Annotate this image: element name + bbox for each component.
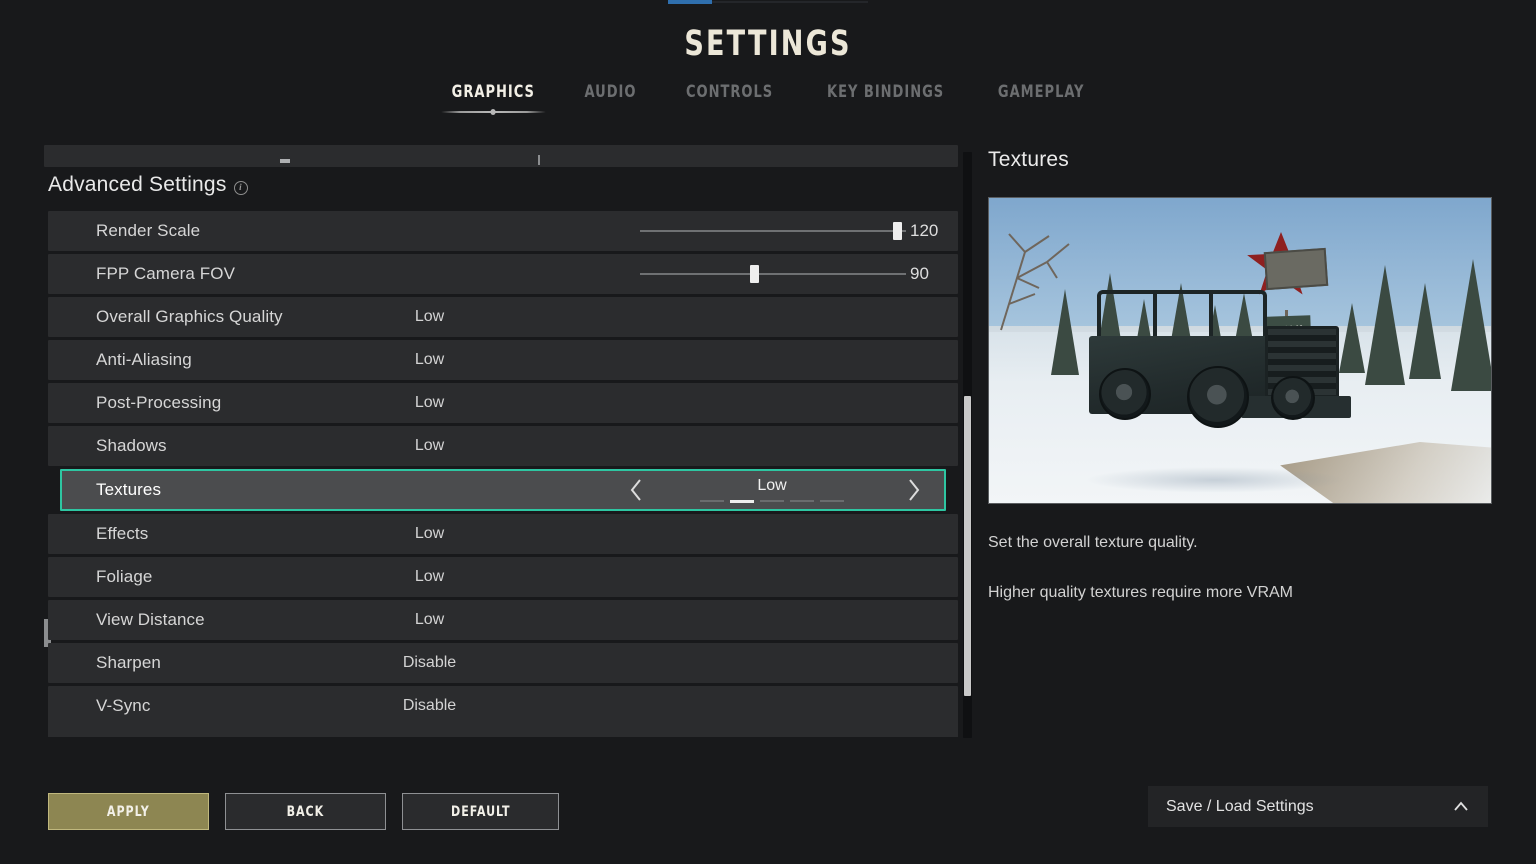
row-value: Low	[414, 611, 445, 628]
apply-button[interactable]: APPLY	[48, 793, 209, 830]
tab-gameplay-label: GAMEPLAY	[997, 82, 1085, 101]
description-line-1: Set the overall texture quality.	[988, 534, 1198, 551]
preview-vehicle-roof-cage	[1097, 290, 1267, 340]
tab-active-underline	[440, 109, 546, 115]
preview-vehicle-wheel	[1271, 376, 1315, 420]
textures-value: Low	[757, 477, 787, 495]
tab-graphics-label: GRAPHICS	[451, 82, 535, 101]
clipped-tick	[538, 155, 540, 165]
segment[interactable]	[700, 500, 724, 503]
row-label: Render Scale	[96, 221, 201, 240]
row-value: Low	[414, 308, 445, 325]
apply-button-label: APPLY	[107, 803, 150, 820]
tab-audio[interactable]: AUDIO	[566, 80, 653, 104]
row-view-distance[interactable]: View Distance Low	[48, 600, 958, 640]
page-title: SETTINGS	[684, 24, 852, 64]
row-value: Disable	[402, 654, 457, 671]
row-value: Low	[414, 394, 445, 411]
row-label: FPP Camera FOV	[96, 264, 236, 283]
settings-scrollbar[interactable]	[963, 152, 972, 738]
row-shadows[interactable]: Shadows Low	[48, 426, 958, 466]
row-value: Low	[414, 568, 445, 585]
preview-bare-tree	[995, 222, 1085, 332]
chevron-left-icon[interactable]	[624, 469, 648, 511]
tab-key-bindings[interactable]: KEY BINDINGS	[809, 80, 961, 104]
preview-image: WALK WITH THE GIANTS	[988, 197, 1492, 504]
default-button[interactable]: DEFAULT	[402, 793, 559, 830]
settings-rows: Render Scale 120 FPP Camera FOV 90 Overa…	[48, 211, 958, 729]
row-post-processing[interactable]: Post-Processing Low	[48, 383, 958, 423]
preview-description: Set the overall texture quality. Higher …	[988, 532, 1494, 605]
preview-panel: Textures Set the overall texture quality…	[988, 148, 1494, 605]
description-line-2: Higher quality textures require more VRA…	[988, 584, 1294, 602]
info-icon[interactable]: i	[233, 180, 248, 195]
textures-value-group: Low	[682, 477, 862, 503]
row-overall-graphics-quality[interactable]: Overall Graphics Quality Low	[48, 297, 958, 337]
segment-active[interactable]	[730, 499, 754, 503]
clipped-row-above[interactable]	[44, 145, 958, 167]
preview-vehicle-wheel	[1187, 366, 1249, 428]
row-anti-aliasing[interactable]: Anti-Aliasing Low	[48, 340, 958, 380]
row-value: Disable	[402, 697, 457, 714]
settings-list-panel: Advanced Settings i Render Scale 120 FPP…	[44, 140, 958, 740]
section-heading-label: Advanced Settings	[48, 173, 227, 196]
save-load-label: Save / Load Settings	[1166, 797, 1314, 815]
header: SETTINGS GRAPHICS AUDIO CONTROLS KEY BIN…	[0, 0, 1536, 120]
row-fpp-camera-fov[interactable]: FPP Camera FOV 90	[48, 254, 958, 294]
row-sharpen[interactable]: Sharpen Disable	[48, 643, 958, 683]
row-textures[interactable]: Textures Low	[60, 469, 946, 511]
row-v-sync[interactable]: V-Sync Disable	[48, 686, 958, 726]
render-scale-slider[interactable]	[640, 211, 910, 251]
preview-vehicle-wheel	[1099, 368, 1151, 420]
tab-controls[interactable]: CONTROLS	[668, 80, 790, 104]
row-value: Low	[414, 437, 445, 454]
section-heading: Advanced Settings i	[48, 173, 248, 197]
slider-track	[640, 265, 906, 283]
row-label: Textures	[96, 480, 162, 499]
chevron-right-icon[interactable]	[902, 469, 926, 511]
row-value: Low	[414, 351, 445, 368]
back-button-label: BACK	[286, 803, 325, 820]
scrollbar-thumb[interactable]	[964, 396, 971, 696]
tab-graphics[interactable]: GRAPHICS	[434, 80, 552, 115]
slider-track	[640, 222, 906, 240]
row-effects[interactable]: Effects Low	[48, 514, 958, 554]
save-load-settings-button[interactable]: Save / Load Settings	[1148, 786, 1488, 827]
default-button-label: DEFAULT	[450, 803, 511, 820]
fpp-fov-slider[interactable]	[640, 254, 910, 294]
segment[interactable]	[820, 500, 844, 503]
row-value: Low	[414, 525, 445, 542]
row-foliage[interactable]: Foliage Low	[48, 557, 958, 597]
row-render-scale[interactable]: Render Scale 120	[48, 211, 958, 251]
tab-audio-label: AUDIO	[584, 82, 636, 101]
tab-gameplay[interactable]: GAMEPLAY	[980, 80, 1102, 104]
preview-sign-board	[1263, 247, 1329, 291]
preview-title: Textures	[988, 148, 1069, 171]
slider-thumb[interactable]	[893, 222, 902, 240]
footer-buttons: APPLY BACK DEFAULT	[48, 793, 559, 830]
preview-vehicle-shadow	[1085, 467, 1345, 493]
settings-screen: SETTINGS GRAPHICS AUDIO CONTROLS KEY BIN…	[0, 0, 1536, 864]
slider-thumb[interactable]	[750, 265, 759, 283]
render-scale-value: 120	[910, 221, 939, 240]
tab-controls-label: CONTROLS	[685, 82, 773, 101]
segment[interactable]	[760, 500, 784, 503]
chevron-up-icon[interactable]	[1452, 798, 1470, 816]
segment[interactable]	[790, 500, 814, 503]
clipped-row-below[interactable]	[48, 725, 958, 737]
tab-key-bindings-label: KEY BINDINGS	[826, 82, 944, 101]
back-button[interactable]: BACK	[225, 793, 386, 830]
fpp-fov-value: 90	[910, 264, 929, 283]
clipped-slider-thumb	[280, 159, 290, 163]
textures-segments	[682, 499, 862, 503]
tab-bar: GRAPHICS AUDIO CONTROLS KEY BINDINGS GAM…	[0, 80, 1536, 115]
